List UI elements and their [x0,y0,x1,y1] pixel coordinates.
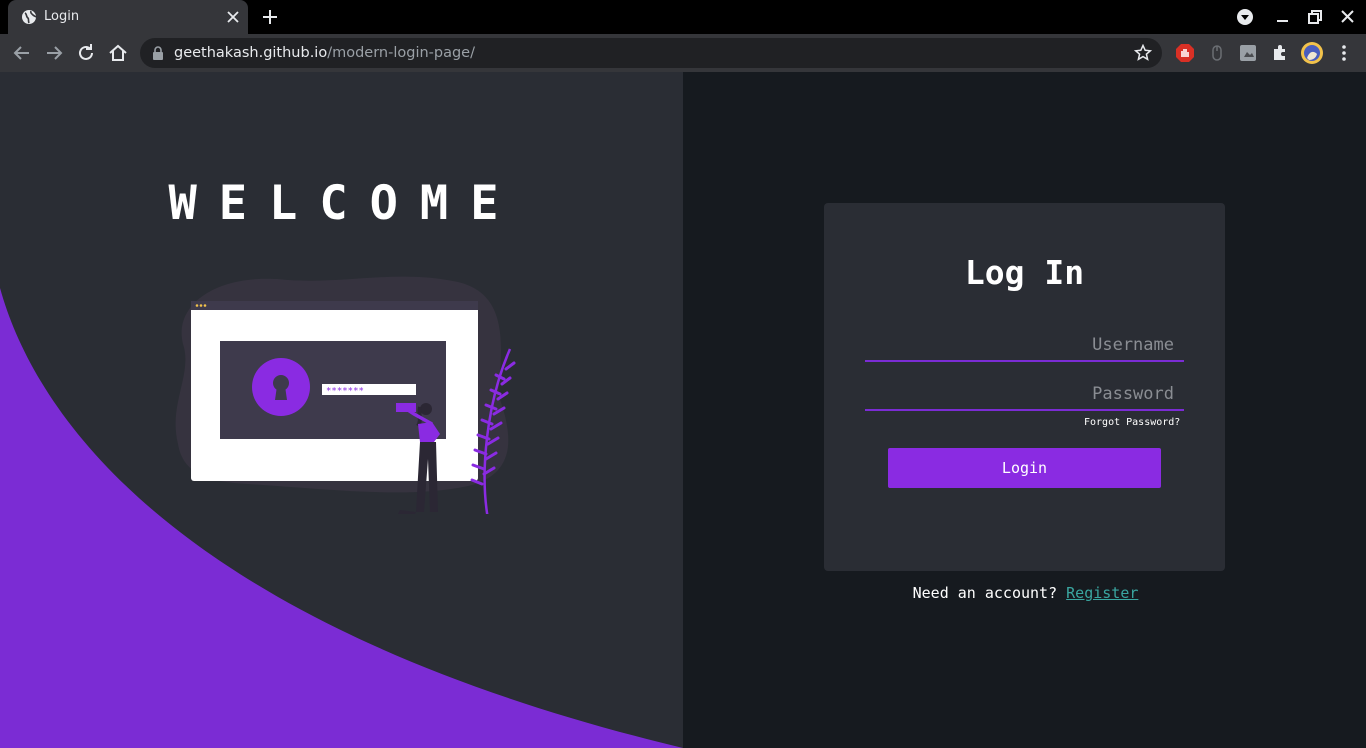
register-prompt: Need an account? [912,584,1058,602]
illustration-password-mask: ******* [326,387,364,397]
minimize-icon[interactable] [1273,7,1293,27]
login-illustration: ******* [175,276,516,514]
back-icon[interactable] [10,41,34,65]
login-button[interactable]: Login [888,448,1161,488]
forgot-password-link[interactable]: Forgot Password? [1084,417,1180,428]
page: WELCOME ******* Log In Username Forgot P… [0,72,1366,748]
puzzle-icon[interactable] [1270,43,1290,63]
forward-icon[interactable] [42,41,66,65]
login-card: Log In Forgot Password? Login [824,203,1225,571]
plus-icon[interactable] [259,6,281,28]
url-text[interactable]: geethakash.github.io/modern-login-page/ [174,45,475,61]
close-window-icon[interactable] [1338,7,1358,27]
close-icon[interactable] [224,8,242,26]
restore-icon[interactable] [1305,7,1325,27]
media-icon[interactable] [1235,7,1255,27]
username-input[interactable] [865,330,1184,362]
browser-tab[interactable]: Login [8,0,248,34]
adblock-extension-icon[interactable] [1175,43,1195,63]
lock-icon[interactable] [152,46,164,60]
kebab-menu-icon[interactable] [1334,43,1354,63]
star-icon[interactable] [1134,44,1152,62]
welcome-heading: WELCOME [168,176,521,231]
login-pane: Log In Forgot Password? Login Need an ac… [683,72,1366,748]
mouse-extension-icon[interactable] [1207,43,1227,63]
register-line: Need an account? Register [683,584,1366,602]
screenshot-extension-icon[interactable] [1238,43,1258,63]
login-title: Log In [964,253,1085,292]
reload-icon[interactable] [74,41,98,65]
url-path: /modern-login-page/ [327,45,475,61]
browser-toolbar: geethakash.github.io/modern-login-page/ [0,34,1366,72]
address-bar[interactable]: geethakash.github.io/modern-login-page/ [140,38,1162,68]
tab-title: Login [44,9,80,24]
avatar[interactable] [1301,42,1323,64]
hero-pane: WELCOME ******* [0,72,683,748]
password-input[interactable] [865,379,1184,411]
home-icon[interactable] [106,41,130,65]
url-host: geethakash.github.io [174,45,328,61]
tab-strip: Login [0,0,1366,34]
register-link[interactable]: Register [1066,584,1138,602]
globe-icon [22,10,37,24]
